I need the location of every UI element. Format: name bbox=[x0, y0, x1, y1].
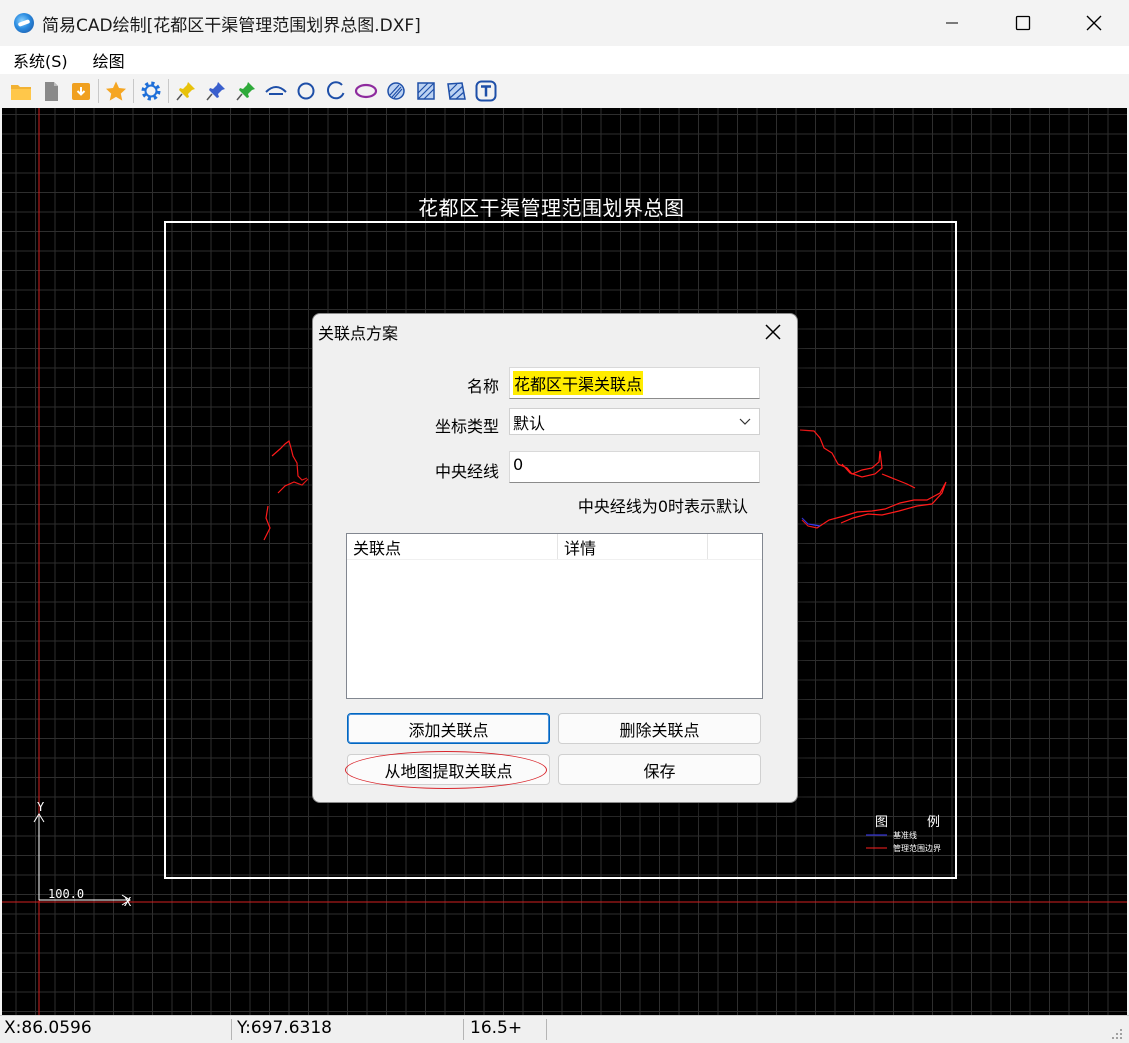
status-x-coordinate: X:86.0596 bbox=[4, 1018, 92, 1038]
hatch-circle-icon bbox=[387, 82, 405, 100]
chevron-down-icon bbox=[739, 418, 751, 425]
import-icon bbox=[72, 83, 90, 100]
arc-icon bbox=[327, 81, 345, 100]
new-file-icon bbox=[45, 82, 58, 101]
text-button[interactable] bbox=[471, 77, 501, 105]
association-point-list[interactable]: 关联点 详情 bbox=[346, 533, 763, 699]
window-title: 简易CAD绘制[花都区干渠管理范围划界总图.DXF] bbox=[42, 15, 421, 36]
coord-type-select[interactable]: 默认 bbox=[509, 408, 760, 435]
hatch-rect-icon bbox=[417, 82, 435, 100]
hatch-rect-button[interactable] bbox=[411, 77, 441, 105]
delete-point-button[interactable]: 删除关联点 bbox=[558, 713, 761, 744]
arc-line-button[interactable] bbox=[261, 77, 291, 105]
save-button[interactable]: 保存 bbox=[558, 754, 761, 785]
canal-boundary-left bbox=[263, 439, 309, 541]
circle-icon bbox=[297, 82, 315, 100]
dialog-title: 关联点方案 bbox=[318, 324, 399, 343]
hatch-polygon-button[interactable] bbox=[441, 77, 471, 105]
legend-item-baseline: 基准线 bbox=[893, 831, 917, 840]
toolbar-separator bbox=[98, 79, 99, 103]
maximize-icon bbox=[1015, 15, 1030, 31]
close-icon bbox=[1086, 15, 1101, 31]
coord-type-value: 默认 bbox=[513, 413, 546, 433]
add-point-button[interactable]: 添加关联点 bbox=[347, 713, 550, 744]
text-icon bbox=[475, 80, 497, 102]
name-label: 名称 bbox=[466, 377, 499, 396]
minimize-button[interactable] bbox=[916, 0, 987, 46]
favorite-button[interactable] bbox=[101, 77, 131, 105]
hatch-polygon-icon bbox=[447, 82, 466, 100]
status-divider bbox=[463, 1019, 464, 1040]
maximize-button[interactable] bbox=[987, 0, 1058, 46]
scale-label: 100.0 bbox=[48, 887, 85, 901]
ellipse-icon bbox=[354, 83, 378, 99]
meridian-field[interactable]: 0 bbox=[509, 451, 760, 483]
import-button[interactable] bbox=[66, 77, 96, 105]
status-divider bbox=[546, 1019, 547, 1040]
pin-blue-button[interactable] bbox=[201, 77, 231, 105]
legend-title-right: 例 bbox=[927, 815, 941, 830]
status-y-coordinate: Y:697.6318 bbox=[237, 1018, 332, 1038]
pin-yellow-button[interactable] bbox=[171, 77, 201, 105]
pin-blue-icon bbox=[206, 82, 225, 101]
meridian-value: 0 bbox=[513, 455, 524, 474]
pin-yellow-icon bbox=[176, 82, 195, 101]
canal-boundary-right bbox=[799, 429, 947, 529]
toolbar-separator bbox=[133, 79, 134, 103]
arc-button[interactable] bbox=[321, 77, 351, 105]
close-window-button[interactable] bbox=[1058, 0, 1129, 46]
meridian-label: 中央经线 bbox=[434, 462, 499, 481]
column-header-details[interactable]: 详情 bbox=[558, 534, 708, 559]
window-controls bbox=[916, 0, 1129, 46]
circle-button[interactable] bbox=[291, 77, 321, 105]
status-zoom: 16.5+ bbox=[470, 1018, 523, 1038]
title-bar: 简易CAD绘制[花都区干渠管理范围划界总图.DXF] bbox=[0, 0, 1129, 46]
extract-from-map-label: 从地图提取关联点 bbox=[384, 761, 513, 781]
pin-green-icon bbox=[236, 82, 255, 101]
hatch-circle-button[interactable] bbox=[381, 77, 411, 105]
favorite-star-icon bbox=[106, 81, 126, 101]
close-icon bbox=[765, 324, 781, 340]
open-folder-icon bbox=[11, 85, 31, 100]
toolbar-separator bbox=[168, 79, 169, 103]
arc-line-icon bbox=[265, 86, 287, 95]
legend-title-left: 图 bbox=[875, 815, 889, 830]
legend-item-boundary: 管理范围边界 bbox=[893, 844, 941, 853]
extract-from-map-button[interactable]: 从地图提取关联点 bbox=[345, 751, 550, 789]
menu-draw[interactable]: 绘图 bbox=[80, 48, 137, 72]
y-axis-arrow bbox=[33, 813, 45, 900]
name-value: 花都区干渠关联点 bbox=[513, 371, 644, 395]
list-header: 关联点 详情 bbox=[347, 534, 762, 560]
column-header-point[interactable]: 关联点 bbox=[347, 534, 558, 559]
new-button[interactable] bbox=[36, 77, 66, 105]
x-axis-label: X bbox=[124, 895, 132, 909]
name-field[interactable]: 花都区干渠关联点 bbox=[509, 367, 760, 399]
dialog-close-button[interactable] bbox=[763, 322, 783, 342]
settings-gear-icon bbox=[141, 81, 161, 101]
menu-bar: 系统(S) 绘图 bbox=[0, 46, 1129, 74]
toolbar bbox=[0, 74, 1129, 108]
y-axis-label: Y bbox=[37, 800, 45, 814]
drawing-title: 花都区干渠管理范围划界总图 bbox=[418, 196, 685, 220]
ellipse-button[interactable] bbox=[351, 77, 381, 105]
status-bar: X:86.0596 Y:697.6318 16.5+ bbox=[0, 1015, 1129, 1043]
open-button[interactable] bbox=[6, 77, 36, 105]
settings-button[interactable] bbox=[136, 77, 166, 105]
app-logo-icon bbox=[14, 13, 34, 33]
minimize-icon bbox=[945, 22, 958, 24]
status-divider bbox=[231, 1019, 232, 1040]
menu-system[interactable]: 系统(S) bbox=[0, 48, 80, 72]
meridian-hint: 中央经线为0时表示默认 bbox=[577, 497, 748, 516]
association-point-dialog: 关联点方案 名称 花都区干渠关联点 坐标类型 默认 中央经线 0 中央经线为0时… bbox=[312, 313, 798, 803]
pin-green-button[interactable] bbox=[231, 77, 261, 105]
coord-type-label: 坐标类型 bbox=[434, 417, 499, 436]
resize-grip-icon[interactable] bbox=[1111, 1028, 1123, 1040]
